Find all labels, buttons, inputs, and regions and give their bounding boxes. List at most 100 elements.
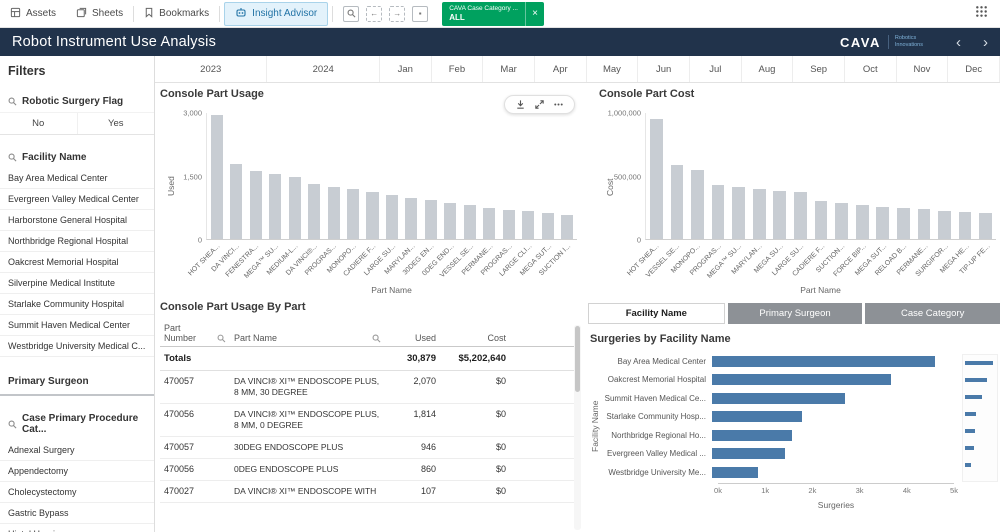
- bar[interactable]: [522, 211, 534, 239]
- bar[interactable]: [753, 189, 766, 239]
- cost-cell[interactable]: $0: [440, 437, 510, 459]
- column-header-cost[interactable]: Cost: [440, 320, 510, 347]
- selection-chip-close-icon[interactable]: ×: [525, 2, 544, 26]
- bar[interactable]: [269, 174, 281, 239]
- part-name-cell[interactable]: 30DEG ENDOSCOPE PLUS: [230, 437, 385, 459]
- bar[interactable]: [712, 430, 792, 441]
- bookmarks-button[interactable]: Bookmarks: [134, 0, 219, 27]
- bar[interactable]: [328, 187, 340, 239]
- insight-advisor-button[interactable]: Insight Advisor: [224, 2, 328, 26]
- part-number-cell[interactable]: 470056: [160, 404, 230, 437]
- part-number-cell[interactable]: 470056: [160, 459, 230, 481]
- table-row[interactable]: 470057DA VINCI® XI™ ENDOSCOPE PLUS, 8 MM…: [160, 371, 574, 404]
- bar[interactable]: [542, 213, 554, 239]
- bar[interactable]: [712, 356, 935, 367]
- table-row[interactable]: 470056DA VINCI® XI™ ENDOSCOPE PLUS, 8 MM…: [160, 404, 574, 437]
- facility-list-item[interactable]: Oakcrest Memorial Hospital: [0, 252, 154, 273]
- primary-surgeon-filter-header[interactable]: Primary Surgeon: [0, 369, 154, 396]
- bar[interactable]: [483, 208, 495, 240]
- selection-chip[interactable]: CAVA Case Category ... ALL ×: [442, 2, 544, 26]
- assets-button[interactable]: Assets: [0, 0, 66, 27]
- bar[interactable]: [230, 164, 242, 239]
- facility-list-item[interactable]: Northbridge Regional Hospital: [0, 231, 154, 252]
- part-name-cell[interactable]: DA VINCI® XI™ ENDOSCOPE WITH: [230, 481, 385, 503]
- bar[interactable]: [386, 195, 398, 239]
- facility-name-header[interactable]: Facility Name: [0, 146, 154, 168]
- search-icon[interactable]: [372, 334, 381, 343]
- next-sheet-icon[interactable]: ›: [983, 35, 988, 50]
- bar[interactable]: [211, 115, 223, 239]
- bar[interactable]: [289, 177, 301, 239]
- bar[interactable]: [794, 192, 807, 239]
- part-name-cell[interactable]: DA VINCI® XI™ ENDOSCOPE PLUS, 8 MM, 0 DE…: [230, 404, 385, 437]
- bar[interactable]: [732, 187, 745, 239]
- part-name-cell[interactable]: 0DEG ENDOSCOPE PLUS: [230, 459, 385, 481]
- table-row[interactable]: 4700560DEG ENDOSCOPE PLUS860$0: [160, 459, 574, 481]
- column-header-part-number[interactable]: Part Number: [160, 320, 230, 347]
- flag-option-no[interactable]: No: [0, 113, 78, 134]
- selections-step-forward-icon[interactable]: →: [389, 6, 405, 22]
- cost-cell[interactable]: $0: [440, 371, 510, 404]
- time-month-mar[interactable]: Mar: [483, 56, 535, 82]
- time-month-oct[interactable]: Oct: [845, 56, 897, 82]
- bar[interactable]: [425, 200, 437, 239]
- bar[interactable]: [856, 205, 869, 239]
- bar[interactable]: [712, 374, 891, 385]
- facility-list-item[interactable]: Bay Area Medical Center: [0, 168, 154, 189]
- bar[interactable]: [503, 210, 515, 239]
- time-year-2024[interactable]: 2024: [267, 56, 379, 82]
- cost-cell[interactable]: $0: [440, 459, 510, 481]
- bar[interactable]: [650, 119, 663, 239]
- bar[interactable]: [959, 212, 972, 239]
- time-month-jul[interactable]: Jul: [690, 56, 742, 82]
- bar[interactable]: [876, 207, 889, 239]
- part-number-cell[interactable]: 470057: [160, 371, 230, 404]
- app-grid-menu-icon[interactable]: [975, 5, 988, 23]
- selections-tool-icon[interactable]: ▪: [412, 6, 428, 22]
- facility-list-item[interactable]: Westbridge University Medical C...: [0, 336, 154, 357]
- table-scrollbar-thumb[interactable]: [575, 326, 580, 392]
- used-cell[interactable]: 946: [385, 437, 440, 459]
- bar[interactable]: [712, 448, 785, 459]
- facility-list-item[interactable]: Silverpine Medical Institute: [0, 273, 154, 294]
- flag-option-yes[interactable]: Yes: [78, 113, 155, 134]
- tab-primary-surgeon[interactable]: Primary Surgeon: [728, 303, 863, 324]
- bar[interactable]: [347, 189, 359, 239]
- cost-cell[interactable]: $0: [440, 404, 510, 437]
- table-row[interactable]: 47005730DEG ENDOSCOPE PLUS946$0: [160, 437, 574, 459]
- time-month-aug[interactable]: Aug: [742, 56, 794, 82]
- case-category-list-item[interactable]: Cholecystectomy: [0, 482, 154, 503]
- time-month-sep[interactable]: Sep: [793, 56, 845, 82]
- time-month-jun[interactable]: Jun: [638, 56, 690, 82]
- bar[interactable]: [815, 201, 828, 239]
- bar[interactable]: [671, 165, 684, 239]
- used-cell[interactable]: 2,070: [385, 371, 440, 404]
- selections-step-back-icon[interactable]: ←: [366, 6, 382, 22]
- facility-list-item[interactable]: Harborstone General Hospital: [0, 210, 154, 231]
- robotic-surgery-flag-header[interactable]: Robotic Surgery Flag: [0, 90, 154, 112]
- case-category-list-item[interactable]: Appendectomy: [0, 461, 154, 482]
- bar[interactable]: [366, 192, 378, 239]
- part-number-cell[interactable]: 470057: [160, 437, 230, 459]
- time-month-feb[interactable]: Feb: [432, 56, 484, 82]
- time-month-apr[interactable]: Apr: [535, 56, 587, 82]
- column-header-used[interactable]: Used: [385, 320, 440, 347]
- case-category-list-item[interactable]: Gastric Bypass: [0, 503, 154, 524]
- time-month-jan[interactable]: Jan: [380, 56, 432, 82]
- bar[interactable]: [897, 208, 910, 239]
- facility-list-item[interactable]: Summit Haven Medical Center: [0, 315, 154, 336]
- bar[interactable]: [938, 211, 951, 239]
- bar[interactable]: [561, 215, 573, 239]
- part-number-cell[interactable]: 470027: [160, 481, 230, 503]
- part-name-cell[interactable]: DA VINCI® XI™ ENDOSCOPE PLUS, 8 MM, 30 D…: [230, 371, 385, 404]
- facility-list-item[interactable]: Evergreen Valley Medical Center: [0, 189, 154, 210]
- smart-search-icon[interactable]: [343, 6, 359, 22]
- bar[interactable]: [712, 467, 758, 478]
- case-category-list-item[interactable]: Hiatal Hernia: [0, 524, 154, 532]
- tab-facility-name[interactable]: Facility Name: [588, 303, 725, 324]
- column-header-part-name[interactable]: Part Name: [230, 320, 385, 347]
- bar[interactable]: [405, 198, 417, 239]
- time-month-may[interactable]: May: [587, 56, 639, 82]
- bar[interactable]: [712, 411, 802, 422]
- case-category-list-item[interactable]: Adnexal Surgery: [0, 440, 154, 461]
